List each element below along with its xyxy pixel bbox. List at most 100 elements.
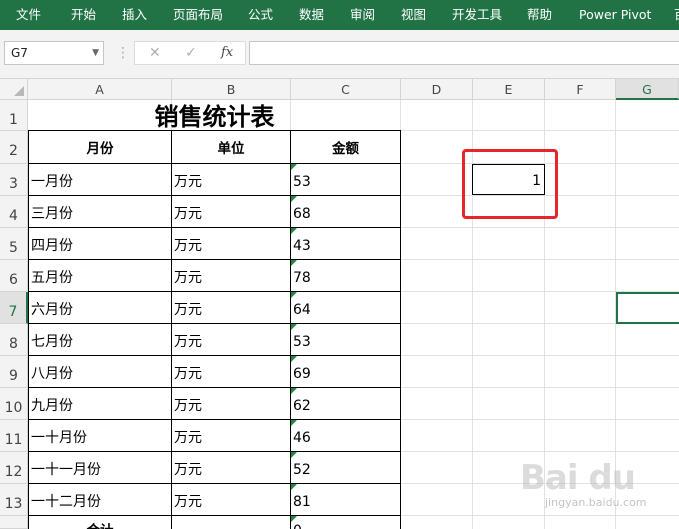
column-header-b[interactable]: B xyxy=(172,79,291,100)
row-header-8[interactable]: 8 xyxy=(0,324,28,356)
tab-power-pivot[interactable]: Power Pivot xyxy=(579,0,651,30)
cell-amount-text: 53 xyxy=(293,334,311,350)
cell-amount-text: 46 xyxy=(293,430,311,446)
cell-month[interactable]: 四月份 xyxy=(28,228,172,260)
cell-amount[interactable]: 81 xyxy=(291,484,401,516)
cell-month[interactable]: 一十一月份 xyxy=(28,452,172,484)
tab-file[interactable]: 文件 xyxy=(16,0,41,30)
cell-unit[interactable]: 万元 xyxy=(172,260,291,292)
cell-amount[interactable]: 43 xyxy=(291,228,401,260)
drag-handle-icon[interactable]: ⋮ xyxy=(116,44,130,62)
cell-unit[interactable]: 万元 xyxy=(172,356,291,388)
cell-month[interactable]: 五月份 xyxy=(28,260,172,292)
active-cell-g7[interactable] xyxy=(616,292,679,324)
cell-amount[interactable]: 68 xyxy=(291,196,401,228)
column-header-d[interactable]: D xyxy=(401,79,473,100)
insert-function-icon[interactable]: fx xyxy=(221,42,233,64)
column-header-f[interactable]: F xyxy=(545,79,616,100)
cell-month[interactable]: 一十二月份 xyxy=(28,484,172,516)
tab-help[interactable]: 帮助 xyxy=(527,0,552,30)
row-header-14[interactable] xyxy=(0,516,28,529)
row-header-10[interactable]: 10 xyxy=(0,388,28,420)
cell-unit[interactable]: 万元 xyxy=(172,196,291,228)
formula-bar: G7 ▼ ⋮ ✕ ✓ fx xyxy=(0,30,679,79)
total-unit[interactable] xyxy=(172,516,291,529)
cell-amount-text: 62 xyxy=(293,398,311,414)
cell-month[interactable]: 一十月份 xyxy=(28,420,172,452)
tab-developer[interactable]: 开发工具 xyxy=(452,0,502,30)
row-header-1[interactable]: 1 xyxy=(0,100,28,131)
highlight-annotation xyxy=(462,149,558,219)
row-header-2[interactable]: 2 xyxy=(0,131,28,164)
cell-month[interactable]: 一月份 xyxy=(28,164,172,196)
cell-unit[interactable]: 万元 xyxy=(172,164,291,196)
cell-amount-text: 78 xyxy=(293,270,311,286)
header-month[interactable]: 月份 xyxy=(28,131,172,164)
row-header-3[interactable]: 3 xyxy=(0,164,28,196)
tab-page-layout[interactable]: 页面布局 xyxy=(173,0,223,30)
cell-unit[interactable]: 万元 xyxy=(172,324,291,356)
row-header-9[interactable]: 9 xyxy=(0,356,28,388)
column-header-e[interactable]: E xyxy=(473,79,545,100)
row-header-6[interactable]: 6 xyxy=(0,260,28,292)
cell-amount[interactable]: 53 xyxy=(291,164,401,196)
error-indicator-icon xyxy=(291,484,297,490)
sheet-title[interactable]: 销售统计表 xyxy=(28,100,401,131)
row-header-7[interactable]: 7 xyxy=(0,292,28,324)
tab-overflow[interactable]: 百 xyxy=(674,0,679,30)
cell-amount[interactable]: 69 xyxy=(291,356,401,388)
cell-amount[interactable]: 64 xyxy=(291,292,401,324)
cell-month[interactable]: 六月份 xyxy=(28,292,172,324)
tab-review[interactable]: 审阅 xyxy=(350,0,375,30)
total-label[interactable]: 合计 xyxy=(28,516,172,529)
select-all-icon xyxy=(14,86,24,96)
cell-amount[interactable]: 53 xyxy=(291,324,401,356)
error-indicator-icon xyxy=(291,260,297,266)
error-indicator-icon xyxy=(291,228,297,234)
cell-month[interactable]: 七月份 xyxy=(28,324,172,356)
cell-unit[interactable]: 万元 xyxy=(172,292,291,324)
row-header-13[interactable]: 13 xyxy=(0,484,28,516)
select-all-corner[interactable] xyxy=(0,79,28,100)
cell-amount[interactable]: 46 xyxy=(291,420,401,452)
tab-home[interactable]: 开始 xyxy=(71,0,96,30)
header-amount[interactable]: 金额 xyxy=(291,131,401,164)
row-header-5[interactable]: 5 xyxy=(0,228,28,260)
error-indicator-icon xyxy=(291,356,297,362)
error-indicator-icon xyxy=(291,420,297,426)
row-header-12[interactable]: 12 xyxy=(0,452,28,484)
tab-formulas[interactable]: 公式 xyxy=(248,0,273,30)
cell-unit[interactable]: 万元 xyxy=(172,484,291,516)
chevron-down-icon[interactable]: ▼ xyxy=(92,42,99,64)
cancel-icon[interactable]: ✕ xyxy=(149,42,161,64)
cell-amount-text: 81 xyxy=(293,494,311,510)
error-indicator-icon xyxy=(291,388,297,394)
cell-unit[interactable]: 万元 xyxy=(172,452,291,484)
cell-amount-text: 52 xyxy=(293,462,311,478)
tab-insert[interactable]: 插入 xyxy=(122,0,147,30)
column-header-g[interactable]: G xyxy=(616,79,679,100)
name-box[interactable]: G7 ▼ xyxy=(4,41,104,65)
cell-unit[interactable]: 万元 xyxy=(172,388,291,420)
cell-month[interactable]: 九月份 xyxy=(28,388,172,420)
cell-amount[interactable]: 62 xyxy=(291,388,401,420)
cell-month[interactable]: 三月份 xyxy=(28,196,172,228)
enter-icon[interactable]: ✓ xyxy=(185,42,197,64)
tab-view[interactable]: 视图 xyxy=(401,0,426,30)
formula-input[interactable] xyxy=(249,41,679,65)
ribbon-tab-bar: 文件 开始 插入 页面布局 公式 数据 审阅 视图 开发工具 帮助 Power … xyxy=(0,0,679,30)
tab-data[interactable]: 数据 xyxy=(299,0,324,30)
cell-amount[interactable]: 52 xyxy=(291,452,401,484)
cell-unit[interactable]: 万元 xyxy=(172,228,291,260)
row-header-4[interactable]: 4 xyxy=(0,196,28,228)
total-value[interactable]: 0 xyxy=(291,516,401,529)
cell-unit[interactable]: 万元 xyxy=(172,420,291,452)
name-box-value: G7 xyxy=(11,46,28,60)
row-header-11[interactable]: 11 xyxy=(0,420,28,452)
column-header-c[interactable]: C xyxy=(291,79,401,100)
cell-amount[interactable]: 78 xyxy=(291,260,401,292)
column-header-a[interactable]: A xyxy=(28,79,172,100)
error-indicator-icon xyxy=(291,196,297,202)
cell-month[interactable]: 八月份 xyxy=(28,356,172,388)
header-unit[interactable]: 单位 xyxy=(172,131,291,164)
